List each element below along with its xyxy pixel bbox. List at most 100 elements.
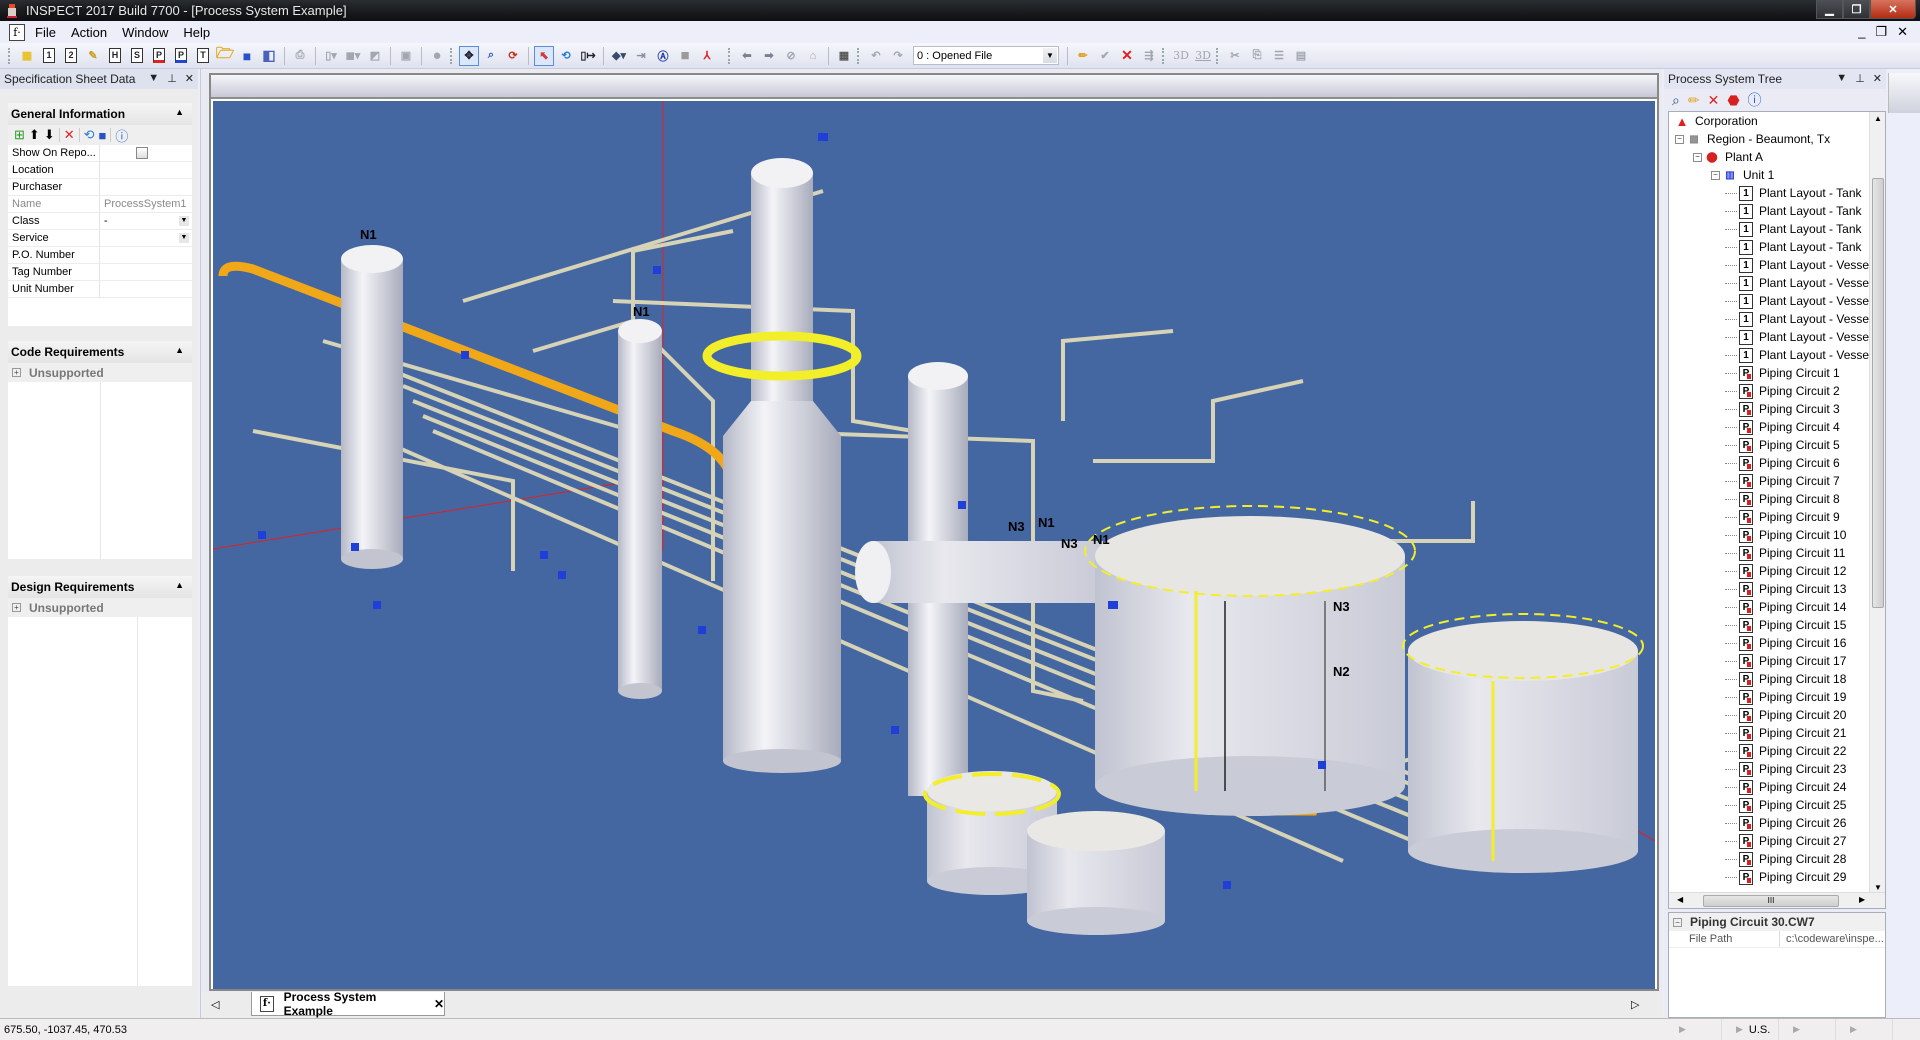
add-icon[interactable]: ⊞ — [14, 127, 25, 143]
tree-node-item[interactable]: P Piping Circuit 22 — [1669, 742, 1885, 760]
tree-node-item[interactable]: 1 Plant Layout - Vessel — [1669, 274, 1885, 292]
purchaser-field[interactable] — [100, 179, 192, 195]
sync-button[interactable]: ⊘ — [781, 46, 801, 66]
tree-node-item[interactable]: P Piping Circuit 12 — [1669, 562, 1885, 580]
piping-p3-button[interactable]: P — [149, 46, 169, 66]
mdi-close-icon[interactable]: ✕ — [1897, 24, 1908, 40]
stack-button[interactable]: ▤ — [1291, 46, 1311, 66]
3d-export-button[interactable]: 3D — [1193, 46, 1213, 66]
pin-icon[interactable]: ⊥ — [1855, 72, 1865, 85]
delete-button[interactable]: ✕ — [1117, 46, 1137, 66]
arrow-right-button[interactable]: ⇥ — [631, 46, 651, 66]
collapse-icon[interactable]: − — [1675, 134, 1684, 144]
chevron-down-icon[interactable]: ▼ — [179, 216, 189, 226]
po-number-field[interactable] — [100, 247, 192, 263]
home-button[interactable]: ⌂ — [803, 46, 823, 66]
tree-node-item[interactable]: P Piping Circuit 25 — [1669, 796, 1885, 814]
tree-node-item[interactable]: P Piping Circuit 1 — [1669, 364, 1885, 382]
tree-node-item[interactable]: P Piping Circuit 11 — [1669, 544, 1885, 562]
toolbar-grip[interactable] — [450, 47, 454, 64]
dimension-button[interactable]: ▯↦ — [578, 46, 598, 66]
save-icon[interactable]: ■ — [99, 128, 107, 143]
tree-node-item[interactable]: 1 Plant Layout - Tank — [1669, 184, 1885, 202]
status-cell[interactable]: ▶ — [1836, 1019, 1893, 1040]
square-button[interactable]: ■ — [675, 46, 695, 66]
scroll-right-icon[interactable]: ▶ — [1859, 895, 1865, 904]
class-select[interactable]: - ▼ — [100, 213, 192, 229]
tree-node-item[interactable]: 1 Plant Layout - Vessel — [1669, 310, 1885, 328]
tree-node-item[interactable]: P Piping Circuit 28 — [1669, 850, 1885, 868]
3d-viewport[interactable]: N1 N1 N3 N1 N3 N1 N3 N2 — [213, 101, 1655, 989]
open-button[interactable]: 🗁 — [215, 45, 235, 66]
tree-node-item[interactable]: P Piping Circuit 29 — [1669, 868, 1885, 886]
piping-p4-button[interactable]: P — [171, 46, 191, 66]
scroll-left-icon[interactable]: ◀ — [1677, 895, 1683, 904]
prop-po-number[interactable]: P.O. Number — [8, 247, 192, 264]
tree-node-item[interactable]: 1 Plant Layout - Vessel — [1669, 328, 1885, 346]
tree-node-plant[interactable]: − ⬤ Plant A — [1669, 148, 1885, 166]
collapse-icon[interactable]: ▲ — [175, 107, 184, 117]
tree-node-item[interactable]: P Piping Circuit 6 — [1669, 454, 1885, 472]
undo-button[interactable]: ↶ — [866, 46, 886, 66]
tree-node-item[interactable]: 1 Plant Layout - Tank — [1669, 238, 1885, 256]
new-project-button[interactable]: ▦ — [17, 46, 37, 66]
cube-button[interactable]: ◆▾ — [609, 46, 629, 66]
side-panel-tab[interactable] — [1888, 73, 1920, 113]
general-info-header[interactable]: General Information ▲ — [8, 103, 192, 125]
tree-horizontal-scrollbar[interactable]: ◀ III ▶ — [1669, 892, 1885, 908]
tree-node-item[interactable]: P Piping Circuit 14 — [1669, 598, 1885, 616]
minimize-button[interactable]: ▁ — [1816, 0, 1843, 19]
tab-close-icon[interactable]: ✕ — [434, 997, 444, 1011]
axis-button[interactable]: ⅄ — [697, 46, 717, 66]
prop-purchaser[interactable]: Purchaser — [8, 179, 192, 196]
cut-button[interactable]: ✂ — [1225, 46, 1245, 66]
heat-exchanger-button[interactable]: H — [105, 46, 125, 66]
find-icon[interactable]: ⌕ — [1672, 92, 1680, 109]
menu-file[interactable]: File — [35, 25, 56, 40]
tree-vertical-scrollbar[interactable]: ▲ ▼ — [1869, 112, 1885, 894]
scroll-up-icon[interactable]: ▲ — [1874, 114, 1882, 123]
code-requirements-header[interactable]: Code Requirements ▲ — [8, 341, 192, 363]
redo-button[interactable]: ↷ — [888, 46, 908, 66]
3d-button[interactable]: 3D — [1171, 46, 1191, 66]
stop-icon[interactable]: ⬣ — [1727, 92, 1739, 109]
code-unsupported-group[interactable]: + Unsupported — [8, 363, 192, 382]
t-button[interactable]: T — [193, 46, 213, 66]
tab-scroll-left-icon[interactable]: ◁ — [211, 998, 219, 1011]
save-button[interactable]: ■ — [237, 46, 257, 66]
refresh-icon[interactable]: ⟲ — [84, 127, 95, 143]
prop-unit-number[interactable]: Unit Number — [8, 281, 192, 298]
tree-node-item[interactable]: P Piping Circuit 9 — [1669, 508, 1885, 526]
refresh-button[interactable]: ⟲ — [556, 46, 576, 66]
document-icon[interactable]: f· — [9, 23, 25, 41]
help-icon[interactable]: ⓘ — [115, 126, 128, 145]
tree-node-item[interactable]: P Piping Circuit 19 — [1669, 688, 1885, 706]
scrollbar-thumb[interactable] — [1872, 178, 1884, 608]
tree-node-item[interactable]: P Piping Circuit 24 — [1669, 778, 1885, 796]
help-icon[interactable]: ⓘ — [1748, 90, 1762, 110]
save-all-button[interactable]: ◧ — [259, 46, 279, 66]
location-field[interactable] — [100, 162, 192, 178]
tree-node-item[interactable]: 1 Plant Layout - Tank — [1669, 220, 1885, 238]
edit-icon[interactable]: ✏ — [1688, 92, 1700, 109]
opened-file-select[interactable]: 0 : Opened File ▼ — [913, 46, 1059, 65]
tree-node-item[interactable]: P Piping Circuit 18 — [1669, 670, 1885, 688]
menu-action[interactable]: Action — [71, 25, 107, 40]
toolbar-grip[interactable] — [728, 47, 732, 64]
prop-location[interactable]: Location — [8, 162, 192, 179]
tree-node-item[interactable]: P Piping Circuit 3 — [1669, 400, 1885, 418]
delete-icon[interactable]: ✕ — [1708, 92, 1720, 109]
status-cell[interactable]: ▶ — [1665, 1019, 1722, 1040]
tree-node-item[interactable]: 1 Plant Layout - Vessel — [1669, 292, 1885, 310]
collapse-icon[interactable]: ▲ — [175, 580, 184, 590]
tree-node-item[interactable]: P Piping Circuit 16 — [1669, 634, 1885, 652]
show-on-report-checkbox[interactable] — [136, 147, 148, 159]
disk-button[interactable]: ▣ — [396, 46, 416, 66]
menu-window[interactable]: Window — [122, 25, 168, 40]
tree-node-item[interactable]: P Piping Circuit 20 — [1669, 706, 1885, 724]
toolbar-grip[interactable] — [1162, 47, 1166, 64]
tab-process-system-example[interactable]: f· Process System Example ✕ — [251, 990, 445, 1018]
check-edit-button[interactable]: ✔ — [1095, 46, 1115, 66]
pan-button[interactable]: ✥ — [459, 45, 479, 66]
tree-node-item[interactable]: 1 Plant Layout - Tank — [1669, 202, 1885, 220]
